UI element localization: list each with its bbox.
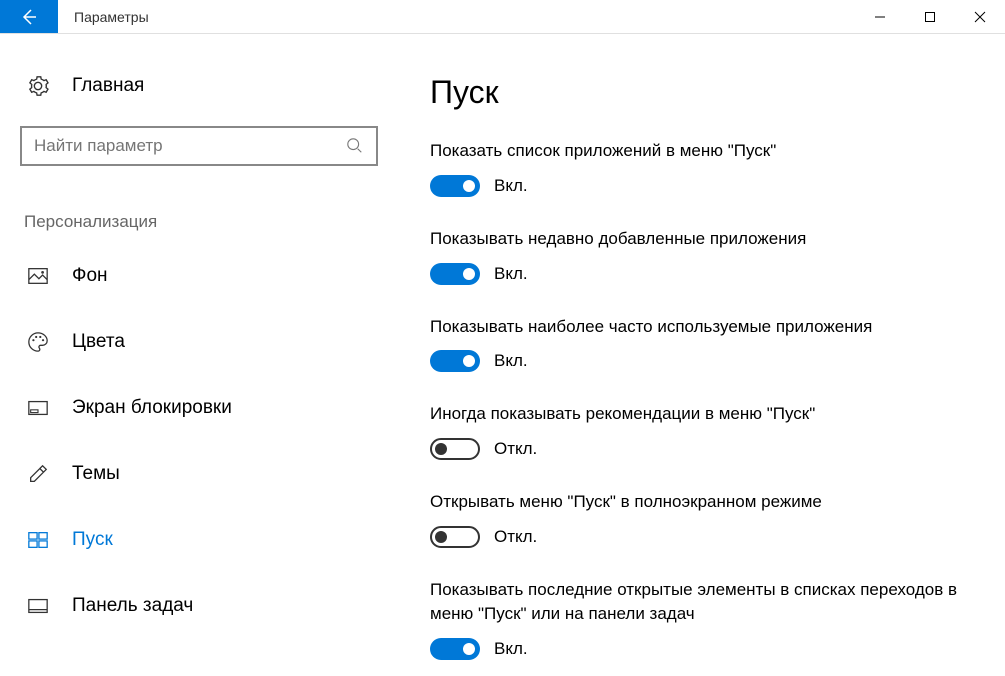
home-link[interactable]: Главная — [20, 74, 380, 98]
page-title: Пуск — [430, 74, 975, 111]
main-content: Пуск Показать список приложений в меню "… — [400, 34, 1005, 676]
toggle-switch[interactable] — [430, 526, 480, 548]
search-icon — [346, 137, 364, 155]
sidebar: Главная Персонализация Фон Цвета Экран б… — [0, 34, 400, 676]
sidebar-item-label: Темы — [72, 463, 120, 485]
taskbar-icon — [26, 594, 50, 618]
setting-label: Показывать недавно добавленные приложени… — [430, 227, 975, 251]
home-label: Главная — [72, 75, 144, 97]
setting-item: Показывать недавно добавленные приложени… — [430, 227, 975, 285]
arrow-left-icon — [19, 7, 39, 27]
toggle-switch[interactable] — [430, 438, 480, 460]
sidebar-item-taskbar[interactable]: Панель задач — [20, 586, 380, 626]
toggle-state-label: Откл. — [494, 439, 537, 459]
setting-label: Показать список приложений в меню "Пуск" — [430, 139, 975, 163]
minimize-icon — [874, 11, 886, 23]
category-label: Персонализация — [20, 212, 380, 232]
sidebar-item-start[interactable]: Пуск — [20, 520, 380, 560]
setting-item: Открывать меню "Пуск" в полноэкранном ре… — [430, 490, 975, 548]
maximize-icon — [924, 11, 936, 23]
toggle-switch[interactable] — [430, 350, 480, 372]
setting-label: Показывать наиболее часто используемые п… — [430, 315, 975, 339]
titlebar: Параметры — [0, 0, 1005, 34]
setting-item: Показывать наиболее часто используемые п… — [430, 315, 975, 373]
sidebar-item-background[interactable]: Фон — [20, 256, 380, 296]
gear-icon — [26, 74, 50, 98]
sidebar-item-label: Цвета — [72, 331, 125, 353]
palette-icon — [26, 330, 50, 354]
themes-icon — [26, 462, 50, 486]
picture-icon — [26, 264, 50, 288]
window-title: Параметры — [58, 0, 855, 33]
back-button[interactable] — [0, 0, 58, 33]
search-input[interactable] — [34, 136, 346, 156]
toggle-state-label: Вкл. — [494, 351, 528, 371]
toggle-switch[interactable] — [430, 175, 480, 197]
maximize-button[interactable] — [905, 0, 955, 33]
toggle-state-label: Вкл. — [494, 639, 528, 659]
window-controls — [855, 0, 1005, 33]
setting-label: Открывать меню "Пуск" в полноэкранном ре… — [430, 490, 975, 514]
sidebar-item-label: Фон — [72, 265, 108, 287]
setting-label: Иногда показывать рекомендации в меню "П… — [430, 402, 975, 426]
minimize-button[interactable] — [855, 0, 905, 33]
setting-label: Показывать последние открытые элементы в… — [430, 578, 975, 626]
setting-item: Показать список приложений в меню "Пуск"… — [430, 139, 975, 197]
toggle-state-label: Вкл. — [494, 264, 528, 284]
sidebar-item-themes[interactable]: Темы — [20, 454, 380, 494]
sidebar-item-colors[interactable]: Цвета — [20, 322, 380, 362]
toggle-state-label: Вкл. — [494, 176, 528, 196]
sidebar-item-label: Панель задач — [72, 595, 193, 617]
close-icon — [974, 11, 986, 23]
toggle-state-label: Откл. — [494, 527, 537, 547]
toggle-switch[interactable] — [430, 638, 480, 660]
close-button[interactable] — [955, 0, 1005, 33]
toggle-switch[interactable] — [430, 263, 480, 285]
setting-item: Показывать последние открытые элементы в… — [430, 578, 975, 660]
sidebar-item-label: Экран блокировки — [72, 397, 232, 419]
setting-item: Иногда показывать рекомендации в меню "П… — [430, 402, 975, 460]
lockscreen-icon — [26, 396, 50, 420]
start-icon — [26, 528, 50, 552]
sidebar-item-lockscreen[interactable]: Экран блокировки — [20, 388, 380, 428]
search-box[interactable] — [20, 126, 378, 166]
sidebar-item-label: Пуск — [72, 529, 113, 551]
